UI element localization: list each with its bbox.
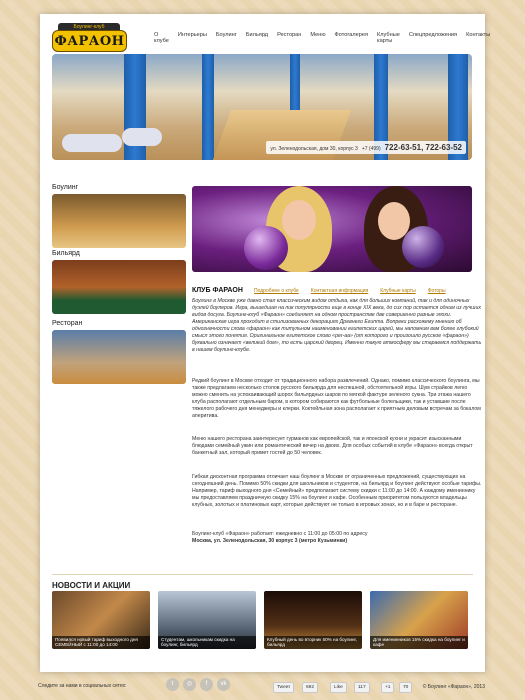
sublink-club-cards[interactable]: Клубные карты	[380, 288, 415, 294]
nav-item-contacts[interactable]: Контакты	[466, 32, 490, 44]
paragraph-discounts: Гибкая дисконтная программа отличает наш…	[192, 474, 482, 508]
intro-text: Боулинг в Москве уже давно стал классиче…	[192, 298, 482, 353]
sidebar-item-billiards[interactable]: Бильярд	[52, 250, 186, 314]
sidebar-item-label: Бильярд	[52, 250, 80, 257]
like-label: Like	[334, 685, 343, 690]
club-address: Москва, ул. Зеленодольская, 30 корпус 3 …	[192, 538, 348, 544]
logo[interactable]: ФАРАОН	[52, 30, 127, 52]
top-nav: О клубе Интерьеры Боулинг Бильярд Рестор…	[154, 32, 490, 44]
section-sublinks: Подробнее о клубе Контактная информация …	[254, 288, 446, 294]
tweet-button[interactable]: Tweet	[273, 682, 294, 693]
twitter-icon[interactable]: t	[166, 678, 179, 691]
nav-item-gallery[interactable]: Фотогалерея	[335, 32, 369, 44]
divider	[52, 574, 473, 575]
news-caption[interactable]: Студентам, школьникам скидка на боулинг,…	[158, 635, 256, 649]
sublink-about[interactable]: Подробнее о клубе	[254, 288, 299, 294]
promo-image	[192, 186, 472, 272]
social-label: Следите за нами в социальных сетях:	[38, 683, 127, 689]
nav-item-restaurant[interactable]: Ресторан	[277, 32, 301, 44]
gplus-count: 70	[399, 682, 413, 693]
news-image[interactable]: Появился новый тариф выходного дня СЕМЕЙ…	[52, 591, 150, 649]
sidebar-item-bowling[interactable]: Боулинг	[52, 184, 186, 248]
news-item[interactable]: Клубный день во вторник 50% на боулинг, …	[264, 591, 362, 649]
nav-item-interiors[interactable]: Интерьеры	[178, 32, 207, 44]
footer: Следите за нами в социальных сетях: t ◎ …	[0, 672, 525, 700]
news-image[interactable]: Студентам, школьникам скидка на боулинг,…	[158, 591, 256, 649]
phone-numbers[interactable]: 722-63-51, 722-63-52	[385, 143, 462, 152]
nav-item-about[interactable]: О клубе	[154, 32, 169, 44]
nav-item-special-offers[interactable]: Спецпредложения	[409, 32, 457, 44]
facebook-icon[interactable]: f	[200, 678, 213, 691]
sidebar-item-label: Боулинг	[52, 184, 79, 191]
sublink-photos[interactable]: Фоторы	[428, 288, 446, 294]
news-item[interactable]: Для именинников 15% скидка на боулинг и …	[370, 591, 468, 649]
like-count: 117	[354, 682, 370, 693]
news-image[interactable]: Для именинников 15% скидка на боулинг и …	[370, 591, 468, 649]
tweet-count: 692	[302, 682, 319, 693]
sublink-contacts[interactable]: Контактная информация	[311, 288, 368, 294]
bowling-thumbnail[interactable]	[52, 194, 186, 248]
copyright: © Боулинг «Фараон», 2013	[422, 684, 485, 690]
hero-banner: ул. Зеленодольская, дом 30, корпус 3 +7 …	[52, 54, 472, 160]
nav-item-menu[interactable]: Меню	[310, 32, 325, 44]
restaurant-thumbnail[interactable]	[52, 330, 186, 384]
like-button[interactable]: Like	[330, 682, 347, 693]
opening-hours: Боулинг-клуб «Фараон» работает: ежедневн…	[192, 531, 368, 537]
news-item[interactable]: Студентам, школьникам скидка на боулинг,…	[158, 591, 256, 649]
gplus-button[interactable]: +1	[381, 682, 395, 693]
sidebar-item-restaurant[interactable]: Ресторан	[52, 320, 186, 384]
news-title: НОВОСТИ И АКЦИИ	[52, 581, 131, 590]
logo-text: ФАРАОН	[54, 33, 125, 49]
news-caption[interactable]: Появился новый тариф выходного дня СЕМЕЙ…	[52, 635, 150, 649]
section-title: КЛУБ ФАРАОН	[192, 287, 243, 294]
page-container: Боулинг-клуб ФАРАОН О клубе Интерьеры Бо…	[40, 14, 490, 672]
news-item[interactable]: Появился новый тариф выходного дня СЕМЕЙ…	[52, 591, 150, 649]
news-caption[interactable]: Для именинников 15% скидка на боулинг и …	[370, 635, 468, 649]
instagram-icon[interactable]: ◎	[183, 678, 196, 691]
hero-address: ул. Зеленодольская, дом 30, корпус 3	[270, 146, 358, 152]
nav-item-billiards[interactable]: Бильярд	[246, 32, 268, 44]
tweet-label: Tweet	[277, 685, 290, 690]
hero-contact: ул. Зеленодольская, дом 30, корпус 3 +7 …	[266, 141, 466, 154]
nav-item-club-cards[interactable]: Клубные карты	[377, 32, 400, 44]
billiards-thumbnail[interactable]	[52, 260, 186, 314]
news-image[interactable]: Клубный день во вторник 50% на боулинг, …	[264, 591, 362, 649]
news-caption[interactable]: Клубный день во вторник 50% на боулинг, …	[264, 635, 362, 649]
vk-icon[interactable]: vk	[217, 678, 230, 691]
paragraph-restaurant: Меню нашего ресторана заинтересует гурма…	[192, 436, 473, 456]
sidebar-item-label: Ресторан	[52, 320, 83, 327]
paragraph-bowling: Редкий боулинг в Москве отходит от тради…	[192, 378, 481, 419]
nav-item-bowling[interactable]: Боулинг	[216, 32, 237, 44]
phone-prefix: +7 (499)	[361, 146, 381, 152]
